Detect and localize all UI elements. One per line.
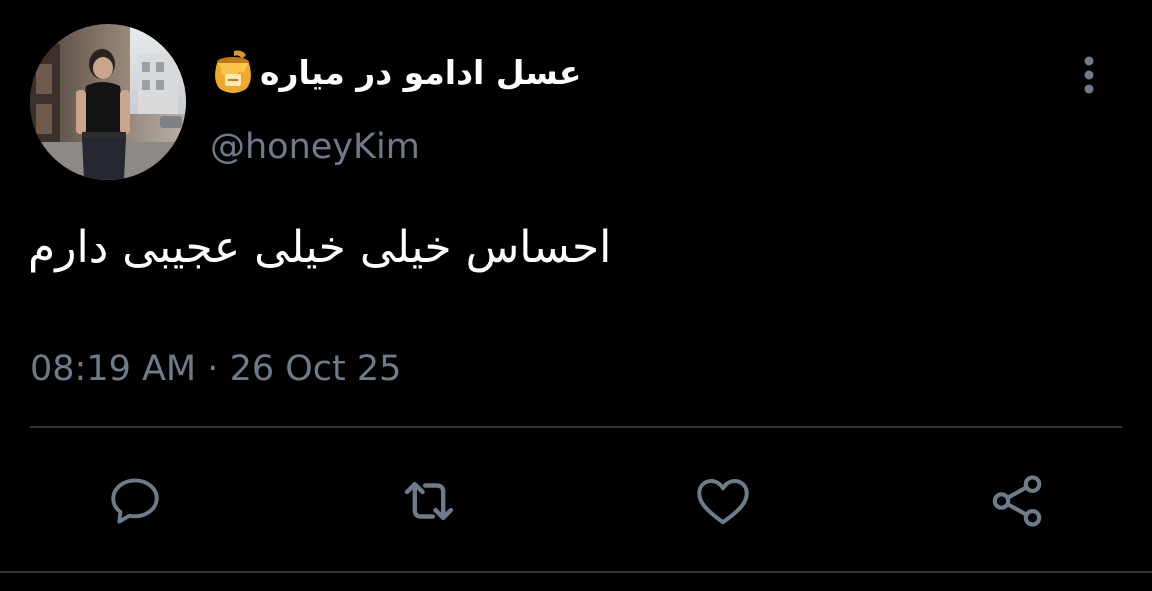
heart-icon [697,479,749,525]
honey-pot-emoji [215,50,251,93]
user-handle[interactable]: @honeyKim [210,128,420,167]
tweet-time: 08:19 AM [30,349,197,389]
speech-bubble-icon [111,478,159,524]
author-name-row[interactable]: عسل ادامو در میاره [212,44,581,100]
avatar[interactable] [30,24,186,180]
profile-photo [30,24,186,180]
timestamp-separator: · [207,349,219,389]
share-button[interactable] [986,470,1048,532]
display-name: عسل ادامو در میاره [260,52,582,92]
vertical-ellipsis-icon [1084,56,1094,94]
share-nodes-icon [992,475,1042,527]
tweet-text: احساس خیلی خیلی عجیبی دارم [28,222,612,273]
retweet-button[interactable] [398,470,460,532]
retweet-arrows-icon [404,482,454,520]
more-options-button[interactable] [1074,54,1104,96]
tweet-timestamp: 08:19 AM · 26 Oct 25 [30,348,401,390]
divider [30,426,1122,428]
reply-button[interactable] [104,470,166,532]
tweet-date: 26 Oct 25 [229,349,402,389]
like-button[interactable] [692,470,754,532]
divider-bottom [0,571,1152,573]
